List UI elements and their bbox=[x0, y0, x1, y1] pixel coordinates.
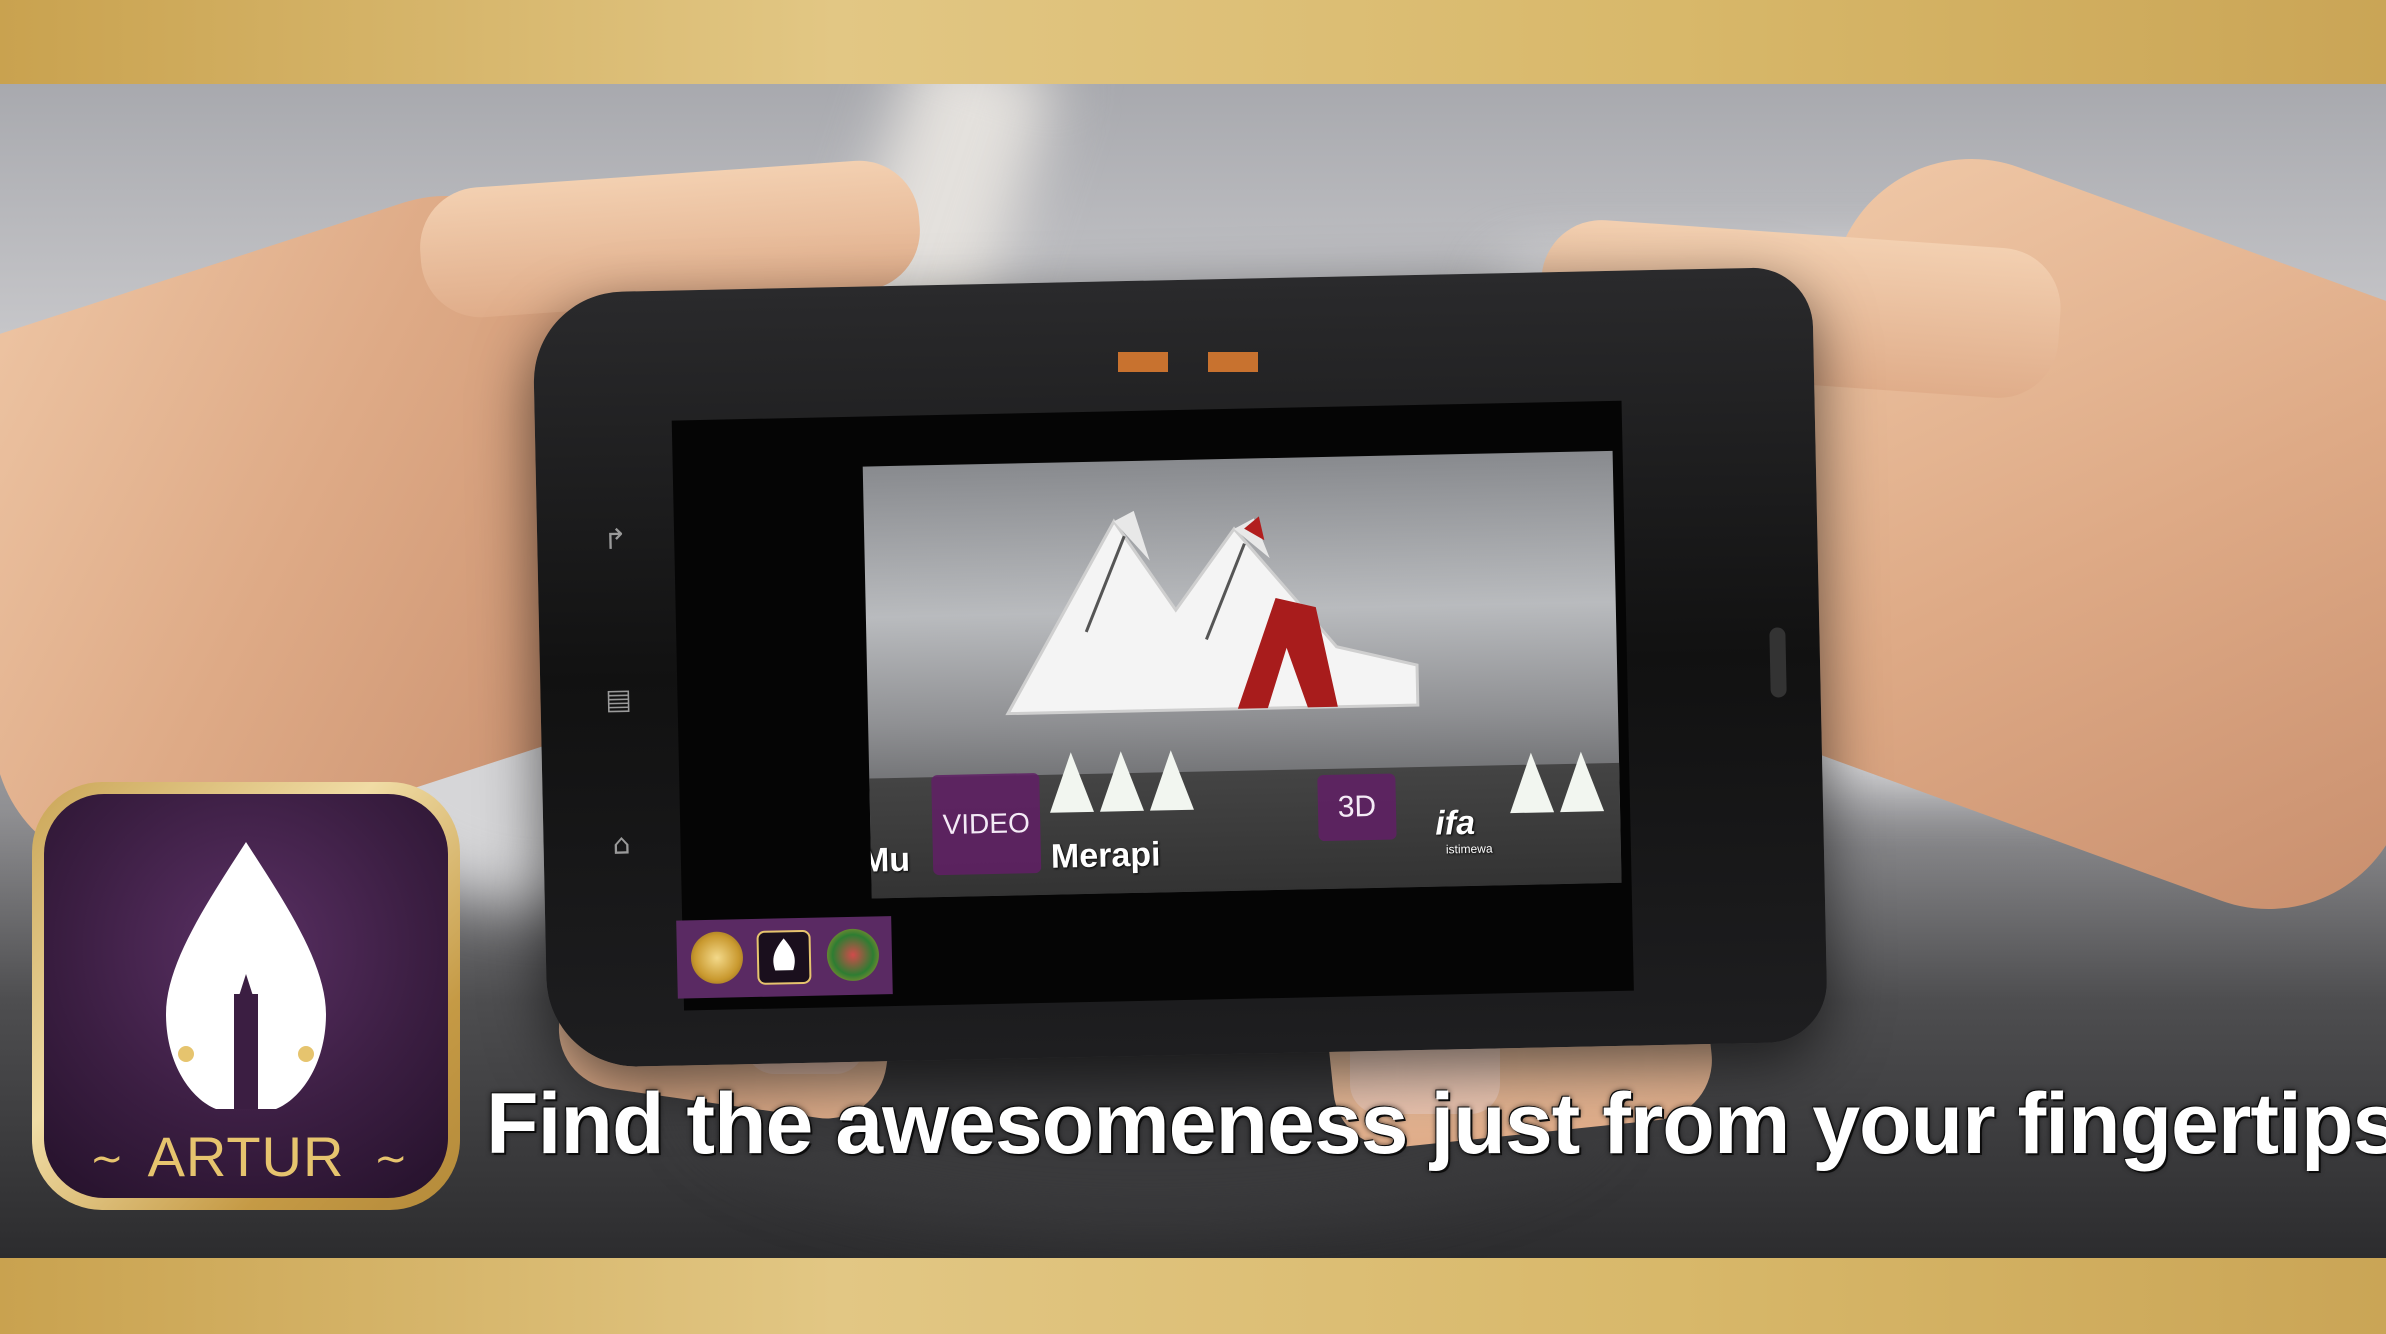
tree-model bbox=[1508, 752, 1555, 814]
ar-camera-view: Mu Merapi ifa istimewa VIDEO 3D bbox=[862, 450, 1622, 899]
smartphone: ↱ ▤ ⌂ Mu Merapi ifa istimewa VIDEO 3D bbox=[532, 266, 1828, 1069]
menu-icon[interactable]: ▤ bbox=[600, 681, 637, 718]
museum-3d-model bbox=[1005, 510, 1420, 716]
tree-model bbox=[1558, 751, 1605, 813]
emblem-icon[interactable] bbox=[690, 931, 744, 985]
3d-button[interactable]: 3D bbox=[1317, 773, 1397, 842]
speaker-grille bbox=[1769, 627, 1787, 698]
home-icon[interactable]: ⌂ bbox=[603, 826, 640, 863]
tree-model bbox=[1048, 751, 1095, 813]
artur-app-logo: ~ ARTUR ~ bbox=[32, 782, 460, 1210]
artur-icon[interactable] bbox=[756, 929, 812, 985]
sign-text: ifa bbox=[1434, 803, 1476, 843]
tagline: Find the awesomeness just from your fing… bbox=[486, 1076, 2386, 1172]
bottom-toolbar bbox=[676, 916, 893, 999]
video-button[interactable]: VIDEO bbox=[931, 772, 1042, 876]
logo-background: ~ ARTUR ~ bbox=[44, 794, 448, 1198]
orange-marker bbox=[1208, 352, 1258, 372]
top-gold-band bbox=[0, 0, 2386, 84]
sign-subtext: istimewa bbox=[1445, 841, 1493, 857]
tree-model bbox=[1148, 749, 1194, 811]
swirl-right-icon: ~ bbox=[374, 1136, 408, 1182]
crest-icon[interactable] bbox=[826, 928, 880, 982]
bottom-gold-band bbox=[0, 1258, 2386, 1334]
museum-label-suffix: Merapi bbox=[1050, 835, 1161, 876]
orange-marker bbox=[1118, 352, 1168, 372]
gunungan-shape-icon bbox=[166, 842, 326, 1109]
back-icon[interactable]: ↱ bbox=[597, 521, 634, 558]
museum-label-prefix: Mu bbox=[862, 840, 911, 880]
phone-screen: Mu Merapi ifa istimewa VIDEO 3D bbox=[671, 400, 1634, 1011]
tree-model bbox=[1098, 750, 1144, 812]
